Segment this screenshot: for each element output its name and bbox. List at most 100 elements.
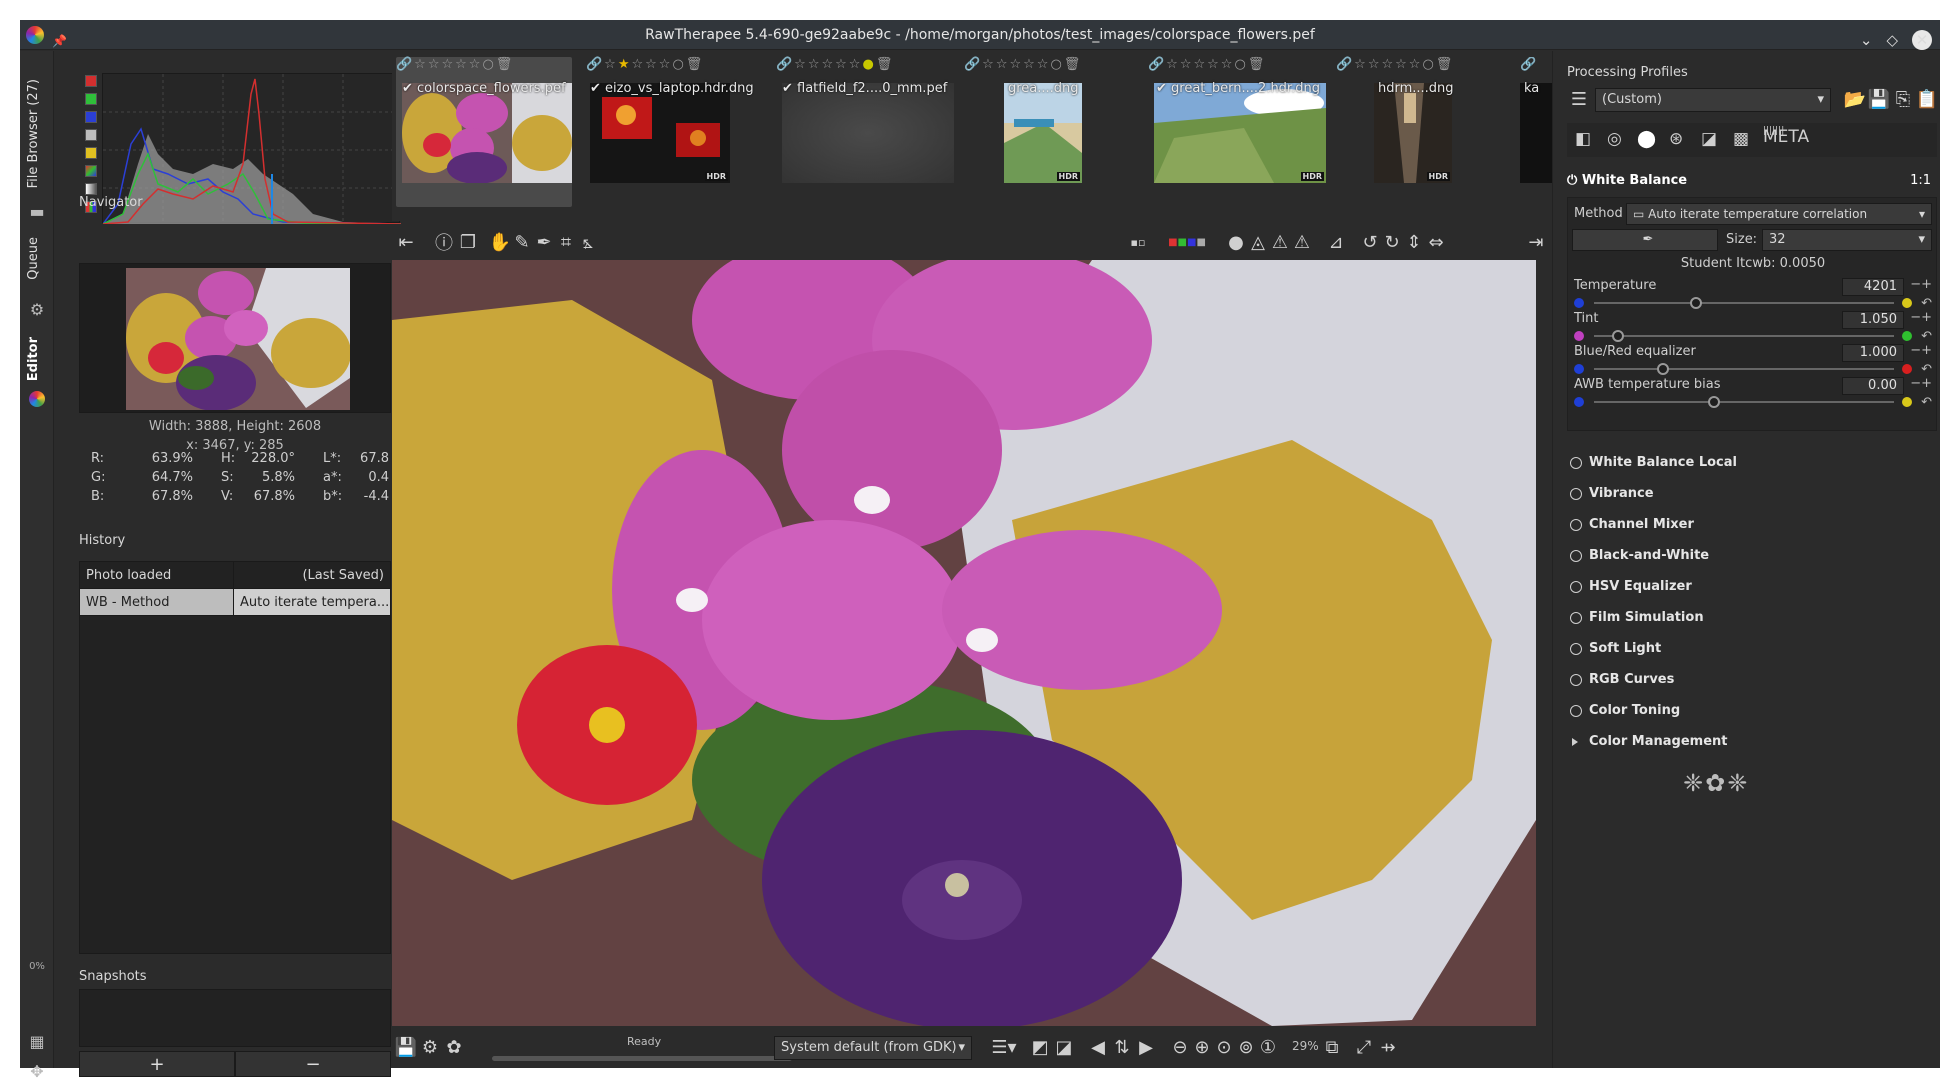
- bar-toggle[interactable]: [85, 183, 97, 195]
- focus-mask-icon[interactable]: ●: [1224, 230, 1248, 254]
- gamut-check-icon[interactable]: ◪: [1052, 1035, 1076, 1059]
- gamut-icon[interactable]: ◬: [1246, 230, 1270, 254]
- tab-file-browser[interactable]: File Browser (27): [26, 79, 41, 188]
- main-image-preview[interactable]: [392, 260, 1536, 1026]
- wb-picker-icon[interactable]: ✎: [510, 230, 534, 254]
- reset-icon[interactable]: −+: [1910, 376, 1932, 391]
- hand-icon[interactable]: ✋: [488, 230, 512, 254]
- next-image-icon[interactable]: ▶: [1134, 1035, 1158, 1059]
- panel-toggle-icon[interactable]: ▦: [27, 1031, 47, 1051]
- fullscreen-icon[interactable]: ⤢: [1352, 1035, 1376, 1059]
- channel-preview-icon[interactable]: ■ ■ ■ ■: [1162, 230, 1212, 254]
- tab-editor[interactable]: Editor: [26, 337, 41, 381]
- navigator-preview[interactable]: [79, 263, 391, 413]
- tint-value[interactable]: 1.050: [1842, 311, 1904, 329]
- zoom-fill-icon[interactable]: ⊚: [1234, 1035, 1258, 1059]
- tool-color-toning[interactable]: Color Toning: [1567, 695, 1937, 726]
- wb-picker-button[interactable]: ✒: [1572, 229, 1718, 251]
- metadata-tab-icon[interactable]: ||||||| META: [1763, 127, 1809, 146]
- detail-tab-icon[interactable]: ◎: [1607, 129, 1622, 149]
- advanced-tab-icon[interactable]: ⊛: [1669, 129, 1683, 149]
- slider-track[interactable]: [1594, 396, 1894, 408]
- previous-image-icon[interactable]: ◀: [1086, 1035, 1110, 1059]
- tool-channel-mixer[interactable]: Channel Mixer: [1567, 509, 1937, 540]
- rating-bar[interactable]: 🔗☆★☆☆☆○🗑: [586, 57, 736, 75]
- size-select[interactable]: 32 ▾: [1762, 229, 1932, 251]
- reset-icon[interactable]: −+: [1910, 310, 1932, 325]
- editor-external-icon[interactable]: ✿: [442, 1035, 466, 1059]
- remove-snapshot-button[interactable]: −: [235, 1051, 391, 1077]
- slider-knob[interactable]: [1708, 396, 1720, 408]
- tool-hsv-equalizer[interactable]: HSV Equalizer: [1567, 571, 1937, 602]
- zoom-100-icon[interactable]: ①: [1256, 1035, 1280, 1059]
- transform-tab-icon[interactable]: ◪: [1701, 129, 1717, 149]
- save-profile-icon[interactable]: 💾: [1867, 87, 1891, 111]
- rating-bar[interactable]: 🔗: [1520, 57, 1552, 75]
- chroma-toggle[interactable]: [85, 147, 97, 159]
- filmstrip-thumb[interactable]: 🔗☆☆☆☆☆●🗑 ✔ flatfield_f2....0_mm.pef: [776, 57, 956, 207]
- color-picker-icon[interactable]: ✒: [532, 230, 556, 254]
- move-icon[interactable]: ✥: [27, 1061, 47, 1081]
- blue-red-value[interactable]: 1.000: [1842, 344, 1904, 362]
- tab-queue[interactable]: Queue: [26, 237, 41, 280]
- processing-profile-select[interactable]: (Custom) ▾: [1595, 88, 1831, 112]
- rating-bar[interactable]: 🔗☆☆☆☆☆○🗑: [1336, 57, 1516, 75]
- save-icon[interactable]: 💾: [394, 1035, 418, 1059]
- paste-profile-icon[interactable]: 📋: [1915, 87, 1939, 111]
- background-color-icon[interactable]: ▪▫: [1126, 230, 1150, 254]
- color-tab-icon[interactable]: ⬤: [1637, 129, 1656, 149]
- method-select[interactable]: ▭ Auto iterate temperature correlation ▾: [1626, 203, 1932, 225]
- tool-vibrance[interactable]: Vibrance: [1567, 478, 1937, 509]
- crop-icon[interactable]: ⌗: [554, 230, 578, 254]
- gears-icon[interactable]: ⚙: [27, 299, 47, 319]
- history-row[interactable]: WB - Method Auto iterate tempera...: [80, 589, 390, 616]
- highlight-clip-icon[interactable]: ⚠: [1290, 230, 1314, 254]
- rating-bar[interactable]: 🔗☆☆☆☆☆●🗑: [776, 57, 956, 75]
- rotate-right-icon[interactable]: ↻: [1380, 230, 1404, 254]
- slider-track[interactable]: [1594, 297, 1894, 309]
- shadow-clip-icon[interactable]: ⚠: [1268, 230, 1292, 254]
- soft-proof-icon[interactable]: ◩: [1028, 1035, 1052, 1059]
- filmstrip-thumb[interactable]: 🔗☆☆☆☆☆○🗑 hdrm....dng HDR: [1336, 57, 1516, 207]
- add-snapshot-button[interactable]: +: [79, 1051, 235, 1077]
- tool-black-and-white[interactable]: Black-and-White: [1567, 540, 1937, 571]
- tool-color-management[interactable]: Color Management: [1567, 726, 1937, 757]
- flip-horizontal-icon[interactable]: ⇔: [1424, 230, 1448, 254]
- before-after-icon[interactable]: ❐: [456, 230, 480, 254]
- tool-soft-light[interactable]: Soft Light: [1567, 633, 1937, 664]
- toggle-panels-icon[interactable]: ⇸: [1376, 1035, 1400, 1059]
- close-icon[interactable]: ✕: [1912, 30, 1932, 50]
- folder-icon[interactable]: ▬: [27, 201, 47, 221]
- filmstrip-thumb[interactable]: 🔗 ka: [1520, 57, 1552, 207]
- filmstrip-thumb[interactable]: 🔗☆☆☆☆☆○🗑 ✔ colorspace_flowers.pef: [396, 57, 572, 207]
- temperature-value[interactable]: 4201: [1842, 278, 1904, 296]
- info-icon[interactable]: ⓘ: [432, 230, 456, 254]
- zoom-fit-icon[interactable]: ⊙: [1212, 1035, 1236, 1059]
- rotate-left-icon[interactable]: ↺: [1358, 230, 1382, 254]
- slider-track[interactable]: [1594, 363, 1894, 375]
- reset-icon[interactable]: −+: [1910, 343, 1932, 358]
- tool-white-balance-local[interactable]: White Balance Local: [1567, 447, 1937, 478]
- filmstrip-thumb[interactable]: 🔗☆☆☆☆☆○🗑 grea....dng HDR: [964, 57, 1144, 207]
- zoom-in-icon[interactable]: ⊕: [1190, 1035, 1214, 1059]
- filmstrip-thumb[interactable]: 🔗☆☆☆☆☆○🗑 ✔ great_bern....2.hdr.dng HDR: [1148, 57, 1328, 207]
- slider-track[interactable]: [1594, 330, 1894, 342]
- filmstrip-thumb[interactable]: 🔗☆★☆☆☆○🗑 ✔ eizo_vs_laptop.hdr.dng HDR: [586, 57, 754, 207]
- flip-vertical-icon[interactable]: ⇕: [1402, 230, 1426, 254]
- blue-channel-toggle[interactable]: [85, 111, 97, 123]
- zoom-out-icon[interactable]: ⊖: [1168, 1035, 1192, 1059]
- raw-toggle[interactable]: [85, 165, 97, 177]
- power-icon[interactable]: ⏻: [1567, 173, 1577, 188]
- reset-icon[interactable]: ↶: [1921, 395, 1932, 410]
- tool-film-simulation[interactable]: Film Simulation: [1567, 602, 1937, 633]
- profile-list-icon[interactable]: ☰: [1567, 87, 1591, 111]
- green-channel-toggle[interactable]: [85, 93, 97, 105]
- queue-icon[interactable]: ⚙: [418, 1035, 442, 1059]
- sync-icon[interactable]: ⇅: [1110, 1035, 1134, 1059]
- red-channel-toggle[interactable]: [85, 75, 97, 87]
- open-profile-icon[interactable]: 📂: [1843, 87, 1867, 111]
- hide-left-panel-icon[interactable]: ⇤: [394, 230, 418, 254]
- white-balance-header[interactable]: ⏻ White Balance 1:1: [1567, 173, 1937, 188]
- output-profile-select[interactable]: System default (from GDK) ▾: [774, 1036, 972, 1060]
- navigator-thumbnail[interactable]: [126, 268, 350, 410]
